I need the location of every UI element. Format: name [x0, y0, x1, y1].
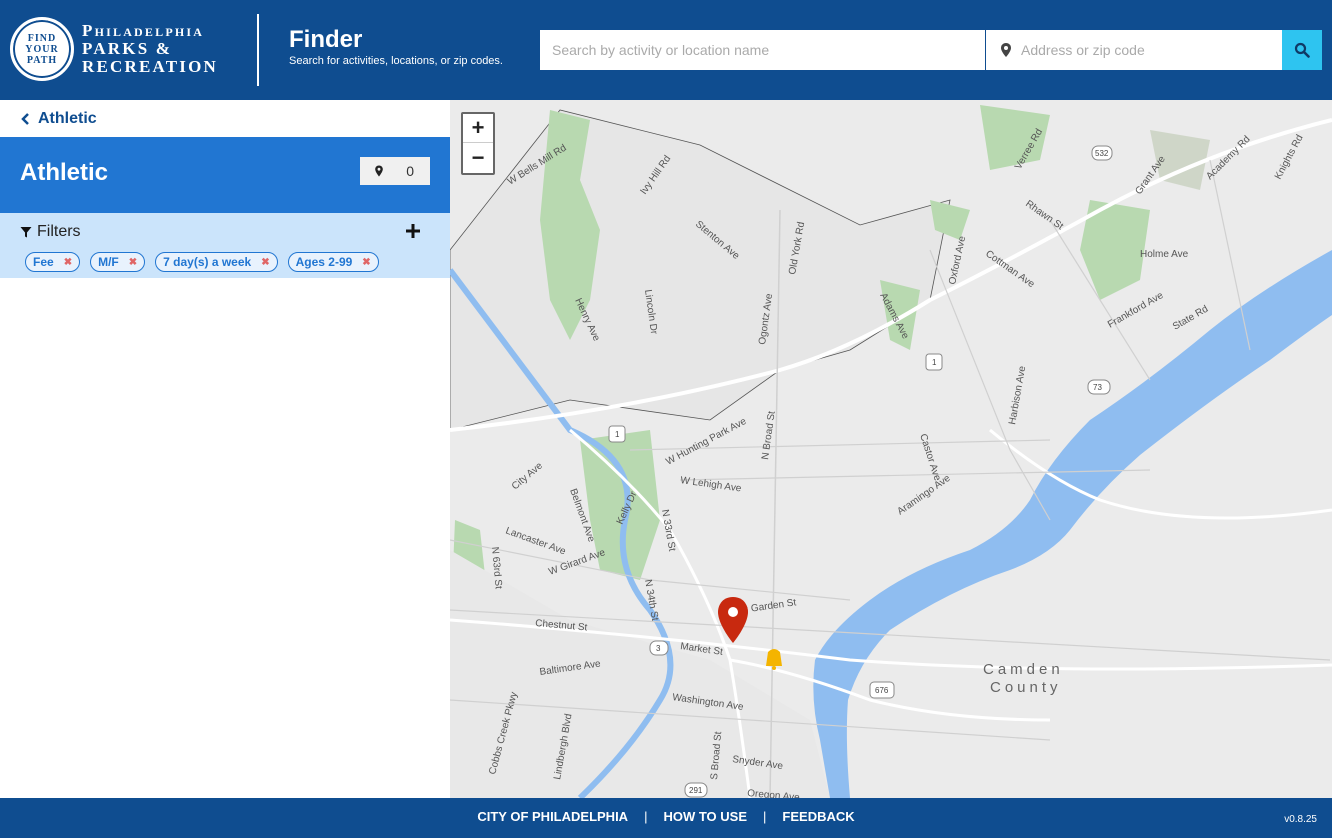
svg-text:73: 73: [1093, 383, 1102, 392]
activity-search-input[interactable]: [540, 30, 985, 70]
route-shield: 291: [684, 782, 708, 798]
street-label: City Ave: [510, 460, 545, 492]
badge-line: YOUR: [25, 43, 59, 55]
filter-icon: [20, 227, 32, 238]
category-title: Athletic: [20, 159, 109, 186]
back-link[interactable]: Athletic: [20, 110, 97, 128]
location-count-badge: 0: [360, 157, 430, 185]
header-divider: [257, 14, 259, 86]
back-link-label: Athletic: [38, 110, 97, 127]
zoom-out-button[interactable]: −: [463, 143, 493, 172]
filter-tag-label: Ages 2-99: [295, 255, 353, 269]
remove-filter-icon[interactable]: ✖: [129, 257, 137, 268]
svg-text:3: 3: [656, 644, 661, 653]
street-label: N 33rd St: [659, 509, 677, 553]
filter-tag-label: M/F: [98, 255, 119, 269]
city-boundary: [450, 109, 951, 431]
filter-tag: Ages 2-99 ✖: [287, 252, 379, 272]
remove-filter-icon[interactable]: ✖: [261, 257, 269, 268]
address-zip-input[interactable]: [986, 30, 1282, 70]
footer-links: CITY OF PHILADELPHIA | HOW TO USE | FEED…: [0, 809, 1332, 824]
logo-line: Parks &: [82, 39, 173, 58]
street-label: W Hunting Park Ave: [664, 416, 748, 468]
results-sidebar: Athletic Athletic 0 Filters Fee ✖ M/F ✖ …: [0, 100, 450, 798]
filter-tag-label: 7 day(s) a week: [163, 255, 252, 269]
street-label: State Rd: [1171, 304, 1210, 333]
filter-tag-label: Fee: [33, 255, 54, 269]
parks-logo-text[interactable]: Philadelphia Parks & Recreation: [82, 22, 218, 76]
filters-panel: Filters Fee ✖ M/F ✖ 7 day(s) a week ✖ Ag…: [0, 213, 450, 278]
footer-separator: |: [763, 809, 767, 824]
app-footer: CITY OF PHILADELPHIA | HOW TO USE | FEED…: [0, 798, 1332, 838]
street-label: Rhawn St: [1023, 198, 1065, 232]
svg-text:291: 291: [689, 786, 703, 795]
zoom-control: + −: [461, 112, 495, 175]
remove-filter-icon[interactable]: ✖: [64, 257, 72, 268]
address-search-wrapper: [986, 30, 1282, 70]
route-shield: 676: [869, 681, 895, 699]
app-header: FIND YOUR PATH Philadelphia Parks & Recr…: [0, 0, 1332, 100]
badge-line: FIND: [27, 32, 57, 44]
street-label: Aramingo Ave: [895, 473, 953, 518]
zoom-in-button[interactable]: +: [463, 114, 493, 143]
svg-text:1: 1: [932, 358, 937, 367]
street-label: Knights Rd: [1273, 133, 1306, 181]
svg-text:1: 1: [615, 430, 620, 439]
city-of-philadelphia-link[interactable]: CITY OF PHILADELPHIA: [477, 809, 628, 824]
feedback-link[interactable]: FEEDBACK: [782, 809, 854, 824]
version-label: v0.8.25: [1284, 814, 1317, 825]
filters-toggle[interactable]: Filters: [20, 223, 81, 241]
county-label: County: [990, 679, 1062, 696]
street-label: W Lehigh Ave: [680, 475, 743, 495]
route-shield: 73: [1087, 379, 1111, 395]
street-label: Harbison Ave: [1007, 365, 1028, 426]
search-icon: [1294, 42, 1310, 58]
filter-tag: M/F ✖: [90, 252, 146, 272]
route-shield: 1: [608, 425, 626, 443]
map-canvas[interactable]: W Bells Mill Rd Ivy Hill Rd Stenton Ave …: [450, 100, 1332, 798]
add-filter-button[interactable]: [406, 222, 420, 240]
app-title: Finder: [289, 26, 363, 53]
route-shield: 532: [1091, 145, 1113, 161]
badge-line: PATH: [26, 54, 58, 66]
location-count: 0: [406, 163, 414, 179]
footer-separator: |: [644, 809, 648, 824]
county-label: Camden: [983, 661, 1064, 678]
logo-line: Recreation: [82, 57, 218, 76]
filter-tag: 7 day(s) a week ✖: [155, 252, 278, 272]
how-to-use-link[interactable]: HOW TO USE: [663, 809, 747, 824]
svg-text:676: 676: [875, 686, 889, 695]
street-label: Frankford Ave: [1106, 290, 1166, 331]
location-pin-icon: [375, 165, 383, 177]
street-label: Holme Ave: [1140, 249, 1189, 260]
chevron-left-icon: [21, 113, 29, 125]
category-header: Athletic 0: [0, 137, 450, 213]
plus-icon: [406, 224, 420, 238]
route-shield: 3: [649, 640, 669, 656]
filters-label: Filters: [37, 223, 81, 240]
filter-tag-list: Fee ✖ M/F ✖ 7 day(s) a week ✖ Ages 2-99 …: [25, 252, 379, 272]
find-your-path-badge[interactable]: FIND YOUR PATH: [10, 17, 74, 81]
logo-line: Philadelphia: [82, 21, 205, 40]
map-view[interactable]: W Bells Mill Rd Ivy Hill Rd Stenton Ave …: [450, 100, 1332, 798]
route-shield: 1: [925, 353, 943, 371]
svg-text:532: 532: [1095, 149, 1109, 158]
remove-filter-icon[interactable]: ✖: [362, 257, 370, 268]
app-subtitle: Search for activities, locations, or zip…: [289, 55, 503, 67]
street-label: Oxford Ave: [947, 235, 968, 286]
filter-tag: Fee ✖: [25, 252, 81, 272]
search-button[interactable]: [1282, 30, 1322, 70]
